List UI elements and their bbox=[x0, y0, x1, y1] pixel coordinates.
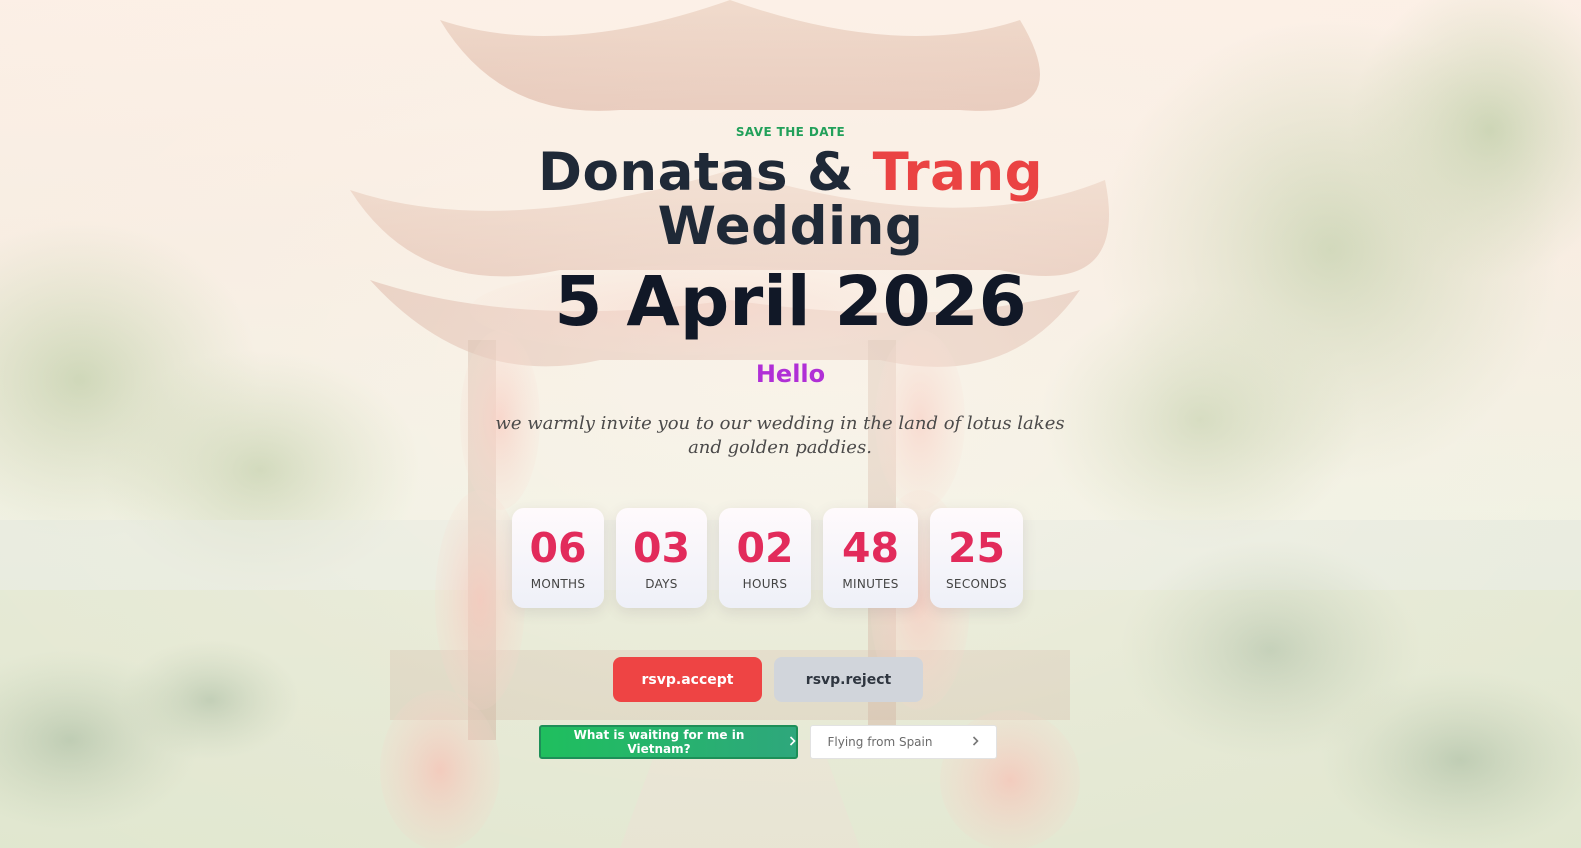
flying-from-spain-label: Flying from Spain bbox=[827, 735, 933, 749]
countdown-label: SECONDS bbox=[946, 577, 1007, 591]
flying-from-spain-button[interactable]: Flying from Spain bbox=[810, 725, 997, 759]
countdown-days: 03 DAYS bbox=[616, 508, 707, 608]
countdown-minutes: 48 MINUTES bbox=[823, 508, 918, 608]
page-title: Donatas & Trang Wedding bbox=[0, 146, 1581, 254]
rsvp-reject-button[interactable]: rsvp.reject bbox=[774, 657, 923, 702]
countdown-value: 48 bbox=[841, 524, 900, 572]
countdown-value: 06 bbox=[529, 524, 587, 572]
invitation-text: we warmly invite you to our wedding in t… bbox=[495, 413, 1065, 458]
couple-names: Donatas & bbox=[537, 142, 873, 203]
chevron-right-icon bbox=[789, 736, 796, 748]
guest-greeting: Hello bbox=[755, 360, 826, 388]
save-the-date-hero: SAVE THE DATE Donatas & Trang Wedding 5 … bbox=[0, 0, 1581, 848]
countdown-timer: 06 MONTHS 03 DAYS 02 HOURS 48 MINUTES 25… bbox=[0, 508, 1581, 609]
vietnam-info-button[interactable]: What is waiting for me in Vietnam? bbox=[539, 725, 798, 759]
countdown-value: 25 bbox=[947, 524, 1006, 572]
vietnam-info-label: What is waiting for me in Vietnam? bbox=[573, 728, 745, 756]
wedding-date: 5 April 2026 bbox=[554, 262, 1027, 342]
title-wedding: Wedding bbox=[657, 196, 924, 257]
countdown-months: 06 MONTHS bbox=[512, 508, 604, 608]
countdown-seconds: 25 SECONDS bbox=[930, 508, 1023, 608]
countdown-label: HOURS bbox=[742, 577, 788, 591]
save-the-date-label: SAVE THE DATE bbox=[735, 125, 846, 139]
couple-name-accent: Trang bbox=[872, 142, 1044, 203]
countdown-label: MINUTES bbox=[842, 577, 899, 591]
countdown-label: MONTHS bbox=[530, 577, 586, 591]
countdown-value: 03 bbox=[632, 524, 691, 572]
rsvp-accept-button[interactable]: rsvp.accept bbox=[613, 657, 762, 702]
countdown-label: DAYS bbox=[645, 577, 678, 591]
chevron-right-icon bbox=[972, 736, 980, 748]
countdown-hours: 02 HOURS bbox=[719, 508, 811, 608]
countdown-value: 02 bbox=[736, 524, 794, 572]
